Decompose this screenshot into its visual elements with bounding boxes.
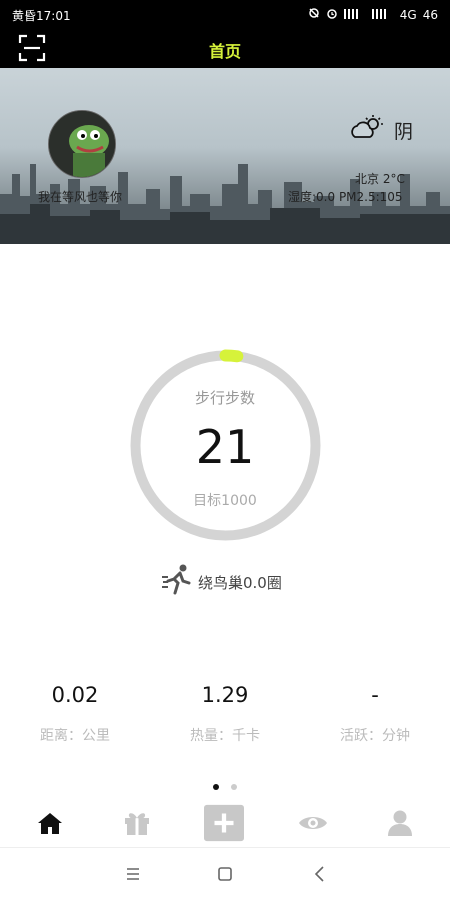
humidity-pm25: 湿度:0.0 PM2.5:105 [288,190,403,204]
home-icon [38,813,62,834]
tab-home[interactable] [30,808,70,838]
page-indicator [0,784,450,790]
stat-distance: 0.02 距离：公里 [0,683,150,745]
network-type: 4G [399,7,417,22]
back-chevron-icon[interactable] [305,862,335,886]
stat-active: - 活跃：分钟 [300,683,450,745]
tab-profile[interactable] [380,808,420,838]
status-bar: 黄昏17:01 4G 46 [0,0,450,28]
user-icon [388,810,412,836]
alarm-icon [326,7,338,22]
page-dot-1[interactable] [213,784,219,790]
stat-label: 距离：公里 [40,728,110,744]
eye-icon [299,817,327,829]
stat-label: 热量：千卡 [190,728,260,744]
status-right: 4G 46 [308,7,438,22]
page-dot-2[interactable] [231,784,237,790]
steps-label: 步行步数 [194,389,255,407]
stat-label: 活跃：分钟 [340,728,410,744]
tab-watch[interactable] [293,808,333,838]
stat-value: - [371,683,379,707]
page-title: 首页 [208,42,241,61]
username: 我在等风也等你 [38,190,123,204]
steps-value: 21 [195,420,255,474]
tab-add[interactable] [204,804,244,842]
plus-box-icon [204,804,244,842]
runner-icon [162,563,194,601]
city-temperature: 北京 2°C [355,172,405,186]
hero-banner: 我在等风也等你 阴 北京 2°C 湿度:0.0 PM2.5:105 [0,68,450,244]
weather-condition: 阴 [394,121,414,143]
status-time: 黄昏17:01 [12,9,71,23]
system-navigation-bar [0,847,450,901]
stat-value: 1.29 [201,683,249,707]
app-bar: 首页 [0,28,450,68]
signal-icon [343,7,366,22]
laps-row: 绕鸟巢0.0圈 [162,563,282,601]
steps-goal: 目标1000 [193,493,257,509]
avatar[interactable] [48,110,116,178]
tab-gift[interactable] [117,808,157,838]
menu-icon[interactable] [118,862,148,886]
bottom-tab-bar [0,800,450,846]
gift-icon [125,813,149,835]
laps-text: 绕鸟巢0.0圈 [198,573,282,592]
signal-icon-2 [371,7,394,22]
cloudy-sun-icon [349,115,385,141]
battery-level: 46 [422,7,438,22]
sync-icon [308,7,320,22]
stat-value: 0.02 [51,683,99,707]
square-icon[interactable] [210,862,240,886]
stat-calories: 1.29 热量：千卡 [150,683,300,745]
